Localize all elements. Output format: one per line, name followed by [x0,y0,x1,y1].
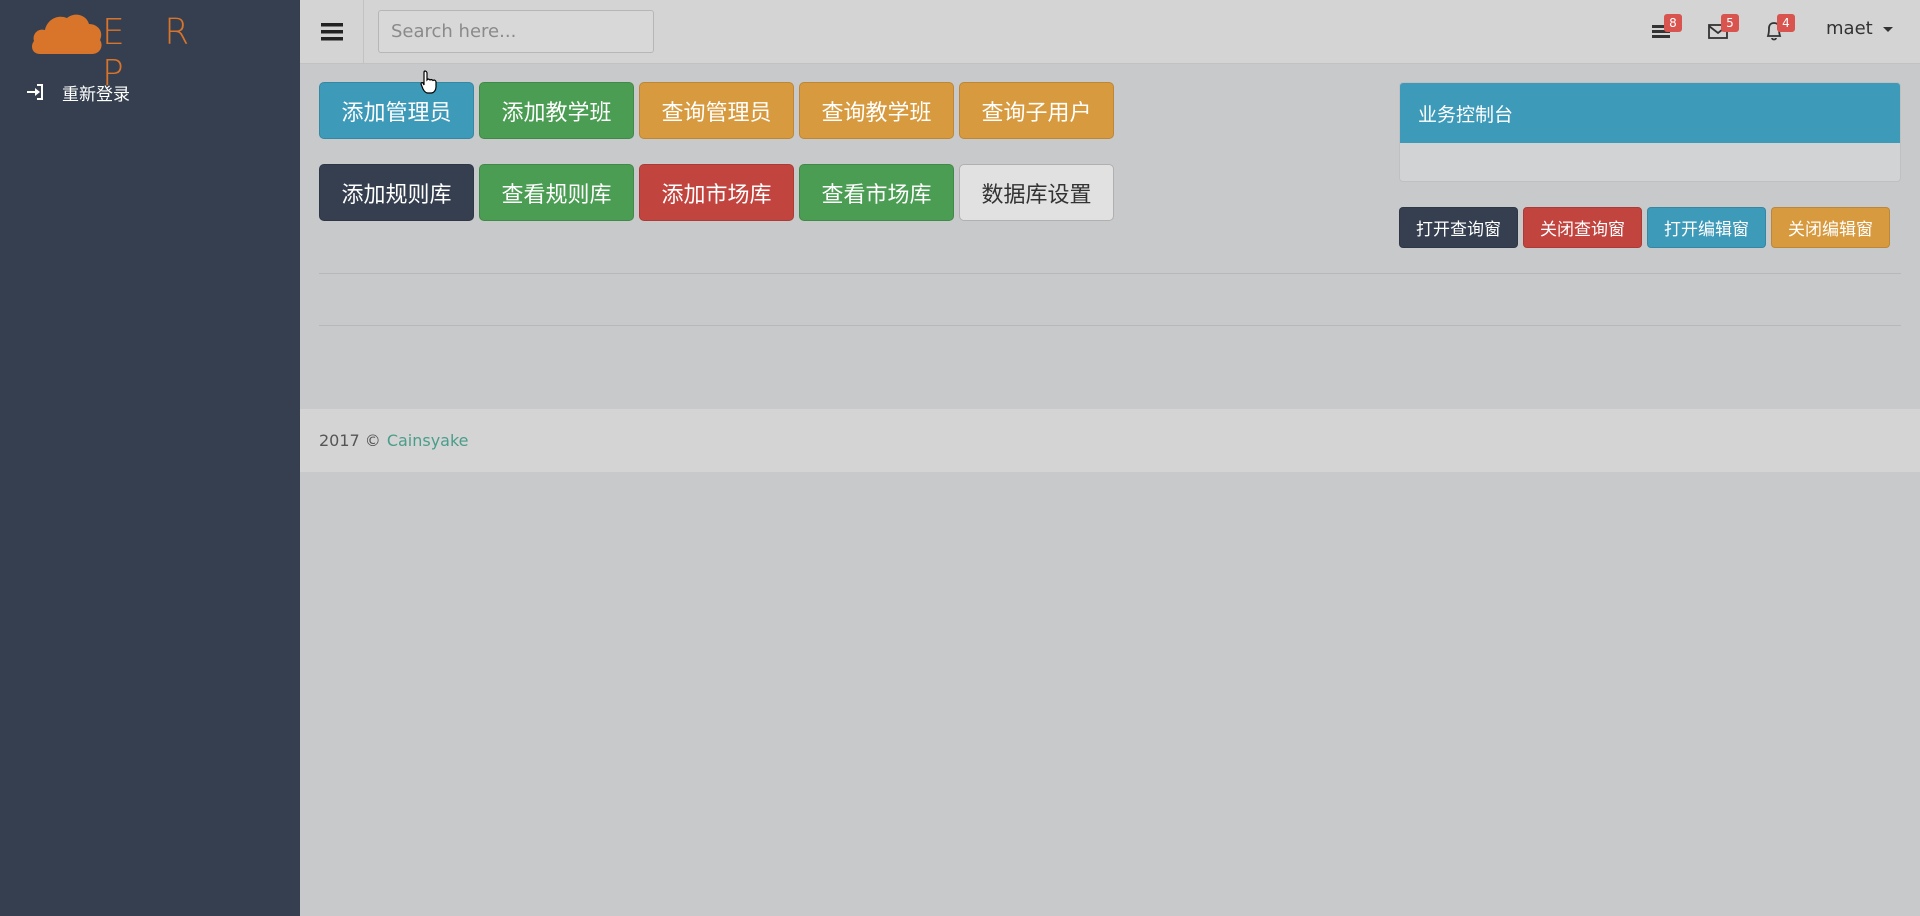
database-settings-button[interactable]: 数据库设置 [959,164,1114,221]
view-market-library-button[interactable]: 查看市场库 [799,164,954,221]
footer-copyright: 2017 © [319,431,381,450]
query-admin-button[interactable]: 查询管理员 [639,82,794,139]
menu-toggle-button[interactable] [300,0,364,64]
main-content: 添加管理员 添加教学班 查询管理员 查询教学班 查询子用户 添加规则库 查看规则… [300,64,1920,916]
add-market-library-button[interactable]: 添加市场库 [639,164,794,221]
view-rule-library-button[interactable]: 查看规则库 [479,164,634,221]
notifications-button[interactable]: 4 [1763,14,1795,46]
open-query-window-button[interactable]: 打开查询窗 [1399,207,1518,248]
footer: 2017 © Cainsyake [300,409,1920,472]
topbar: 8 5 4 maet [300,0,1920,64]
business-console-panel: 业务控制台 [1399,82,1901,182]
user-menu[interactable]: maet [1826,18,1893,39]
divider [319,273,1901,274]
hamburger-icon [320,23,343,41]
close-edit-window-button[interactable]: 关闭编辑窗 [1771,207,1890,248]
notifications-badge: 4 [1777,14,1795,32]
action-row-1: 添加管理员 添加教学班 查询管理员 查询教学班 查询子用户 [319,82,1114,139]
console-actions: 打开查询窗 关闭查询窗 打开编辑窗 关闭编辑窗 [1399,207,1890,248]
panel-title: 业务控制台 [1400,83,1900,143]
user-name: maet [1826,18,1873,39]
tasks-badge: 8 [1664,14,1682,32]
footer-link[interactable]: Cainsyake [387,431,469,450]
divider [319,325,1901,326]
tasks-button[interactable]: 8 [1650,14,1682,46]
chevron-down-icon [1882,26,1893,32]
sign-in-icon [26,83,44,101]
search-input[interactable] [378,10,654,53]
messages-button[interactable]: 5 [1707,14,1739,46]
open-edit-window-button[interactable]: 打开编辑窗 [1647,207,1766,248]
sidebar-item-relogin[interactable]: 重新登录 [0,76,300,108]
action-row-2: 添加规则库 查看规则库 添加市场库 查看市场库 数据库设置 [319,164,1114,221]
close-query-window-button[interactable]: 关闭查询窗 [1523,207,1642,248]
query-class-button[interactable]: 查询教学班 [799,82,954,139]
logo[interactable]: E R P [30,8,230,94]
add-class-button[interactable]: 添加教学班 [479,82,634,139]
messages-badge: 5 [1721,14,1739,32]
hand-cursor-icon [420,70,437,94]
cloud-logo-icon [32,14,102,54]
sidebar: E R P 重新登录 [0,0,300,916]
add-rule-library-button[interactable]: 添加规则库 [319,164,474,221]
query-subuser-button[interactable]: 查询子用户 [959,82,1114,139]
sidebar-item-label: 重新登录 [62,84,130,105]
add-admin-button[interactable]: 添加管理员 [319,82,474,139]
